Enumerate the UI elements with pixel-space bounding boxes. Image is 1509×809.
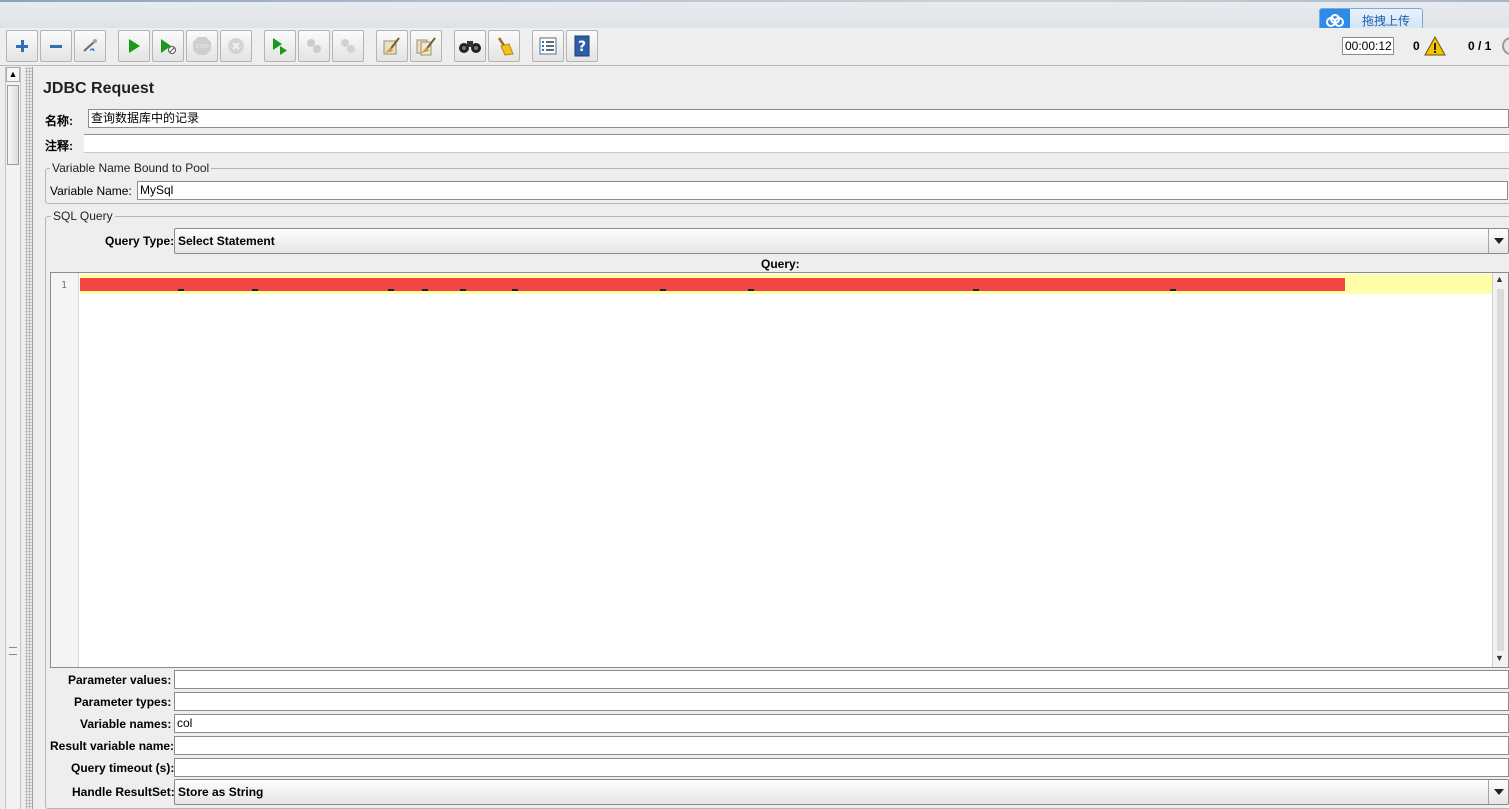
remote-shutdown-icon — [341, 39, 355, 53]
name-label: 名称: — [45, 114, 73, 128]
drag-upload-label: 拖拽上传 — [1361, 14, 1410, 28]
variable-name-label: Variable Name: — [50, 184, 132, 198]
chevron-down-icon[interactable] — [1488, 780, 1508, 804]
plus-icon — [16, 40, 28, 52]
reset-search-button[interactable] — [488, 30, 520, 62]
scroll-thumb[interactable] — [7, 85, 19, 165]
remote-shutdown-button[interactable] — [332, 30, 364, 62]
line-number: 1 — [61, 280, 68, 291]
active-threads: 0 / 1 — [1468, 39, 1492, 53]
minus-icon — [50, 45, 62, 48]
binoculars-icon — [459, 41, 481, 53]
scroll-up-icon[interactable]: ▲ — [6, 67, 20, 82]
query-timeout-label: Query timeout (s): — [71, 761, 175, 775]
result-variable-field[interactable] — [174, 736, 1509, 755]
redacted-query-text — [80, 278, 1345, 291]
scroll-up-icon[interactable]: ▲ — [1495, 274, 1504, 284]
result-variable-label: Result variable name: — [50, 739, 175, 753]
window-top-strip — [0, 0, 1509, 28]
query-type-value: Select Statement — [178, 234, 275, 248]
function-helper-button[interactable] — [532, 30, 564, 62]
play-icon — [129, 39, 140, 53]
start-no-pauses-button[interactable] — [152, 30, 184, 62]
query-type-select[interactable]: Select Statement — [174, 228, 1509, 254]
error-count: 0 — [1413, 39, 1420, 53]
name-field[interactable]: 查询数据库中的记录 — [88, 109, 1509, 128]
comment-label: 注释: — [45, 139, 73, 153]
clear-button[interactable] — [376, 30, 408, 62]
svg-text:?: ? — [578, 39, 586, 55]
add-button[interactable] — [6, 30, 38, 62]
broom-yellow-icon — [497, 37, 514, 56]
parameter-values-label: Parameter values: — [68, 673, 172, 687]
parameter-types-label: Parameter types: — [74, 695, 172, 709]
tree-scrollbar[interactable]: ▲ — [5, 67, 21, 809]
page-title: JDBC Request — [43, 80, 155, 97]
variable-names-label: Variable names: — [80, 717, 172, 731]
help-button[interactable]: ? — [566, 30, 598, 62]
comment-field[interactable] — [84, 134, 1509, 153]
handle-resultset-label: Handle ResultSet: — [72, 785, 175, 799]
shutdown-button[interactable] — [220, 30, 252, 62]
scroll-down-icon[interactable]: ▼ — [1495, 653, 1504, 663]
stop-icon: STOP — [193, 37, 211, 55]
toggle-button[interactable] — [74, 30, 106, 62]
list-icon — [539, 37, 557, 55]
query-editor[interactable]: 1 ▲ ▼ — [50, 272, 1509, 668]
handle-resultset-value: Store as String — [178, 785, 264, 799]
sql-query-group-title: SQL Query — [51, 209, 115, 223]
query-timeout-field[interactable] — [174, 758, 1509, 777]
start-button[interactable] — [118, 30, 150, 62]
wand-icon — [83, 39, 97, 52]
help-book-icon: ? — [574, 35, 590, 57]
line-number-gutter: 1 — [51, 273, 79, 667]
variable-names-field[interactable]: col — [174, 714, 1509, 733]
query-type-label: Query Type: — [105, 234, 175, 248]
remote-stop-icon — [307, 39, 321, 53]
play-no-pause-icon — [161, 39, 176, 54]
grip-icon — [9, 647, 17, 655]
handle-resultset-select[interactable]: Store as String — [174, 779, 1509, 805]
shutdown-icon — [228, 38, 244, 54]
toolbar: STOP ? — [0, 28, 1509, 66]
pool-group-title: Variable Name Bound to Pool — [50, 161, 212, 175]
stop-button[interactable]: STOP — [186, 30, 218, 62]
search-button[interactable] — [454, 30, 486, 62]
parameter-values-field[interactable] — [174, 670, 1509, 689]
svg-text:STOP: STOP — [195, 44, 208, 50]
remote-stop-button[interactable] — [298, 30, 330, 62]
chevron-down-icon[interactable] — [1488, 229, 1508, 253]
variable-name-field[interactable]: MySql — [137, 181, 1508, 200]
remote-play-icon — [273, 38, 287, 55]
query-label: Query: — [761, 257, 800, 271]
parameter-types-field[interactable] — [174, 692, 1509, 711]
elapsed-time: 00:00:12 — [1342, 37, 1394, 55]
broom-icon — [383, 37, 400, 55]
warning-icon[interactable] — [1424, 36, 1446, 56]
broom-all-icon — [416, 37, 436, 56]
pane-splitter[interactable] — [25, 67, 32, 809]
remove-button[interactable] — [40, 30, 72, 62]
scroll-track[interactable] — [1497, 289, 1504, 651]
clear-all-button[interactable] — [410, 30, 442, 62]
query-scrollbar[interactable]: ▲ ▼ — [1492, 273, 1508, 667]
remote-start-button[interactable] — [264, 30, 296, 62]
